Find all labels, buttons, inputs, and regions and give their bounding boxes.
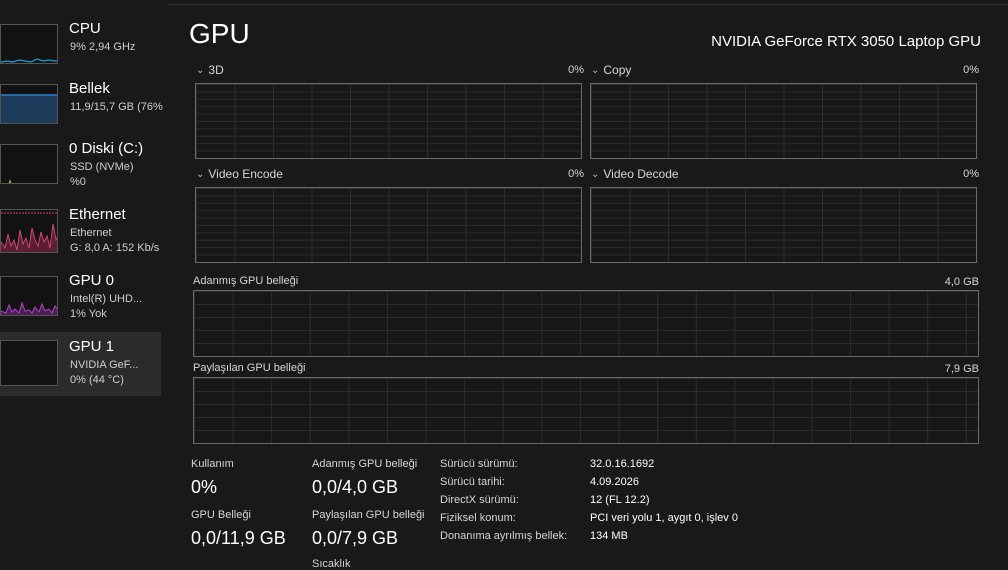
disk-thumbnail-graph xyxy=(0,144,58,184)
sidebar-item-title: GPU 1 xyxy=(69,338,115,355)
gpu-memory-value: 0,0/11,9 GB xyxy=(191,528,286,548)
physical-location-label: Fiziksel konum: xyxy=(440,512,516,524)
chevron-down-icon: ⌄ xyxy=(591,169,600,180)
sidebar-item-sub: %0 xyxy=(70,176,86,188)
cpu-thumbnail-graph xyxy=(0,24,58,64)
hardware-reserved-memory-value: 134 MB xyxy=(590,530,628,542)
dedicated-memory-value: 0,0/4,0 GB xyxy=(312,477,399,497)
sidebar-item-sub: Intel(R) UHD... xyxy=(70,293,143,305)
temperature-label: Sıcaklık xyxy=(312,558,351,570)
graph-copy xyxy=(590,83,977,159)
shared-memory-value: 0,0/7,9 GB xyxy=(312,528,399,548)
graph-label: Video Decode xyxy=(603,167,679,181)
sidebar-item-title: GPU 0 xyxy=(69,272,115,289)
graph-shared-gpu-memory xyxy=(193,377,979,444)
sidebar-item-disk[interactable]: 0 Diski (C:) SSD (NVMe) %0 xyxy=(0,140,161,204)
sidebar-item-sub: NVIDIA GeF... xyxy=(70,359,139,371)
dedicated-memory-label: Adanmış GPU belleği xyxy=(312,458,418,470)
graph-label: Copy xyxy=(603,63,632,77)
sidebar-item-cpu[interactable]: CPU 9% 2,94 GHz xyxy=(0,20,161,84)
sidebar-item-gpu-0[interactable]: GPU 0 Intel(R) UHD... 1% Yok xyxy=(0,272,161,336)
sidebar-item-title: CPU xyxy=(69,20,101,37)
graph-selector-video-decode[interactable]: ⌄ Video Decode xyxy=(591,167,679,181)
sidebar-item-sub: 9% 2,94 GHz xyxy=(70,41,136,53)
usage-label: Kullanım xyxy=(191,458,234,470)
sidebar-item-title: 0 Diski (C:) xyxy=(69,140,144,157)
graph-dedicated-gpu-memory xyxy=(193,290,979,357)
sidebar-item-title: Bellek xyxy=(69,80,110,97)
memory-thumbnail-graph xyxy=(0,84,58,124)
graph-label: Video Encode xyxy=(208,167,283,181)
performance-sidebar: CPU 9% 2,94 GHz Bellek 11,9/15,7 GB (76%… xyxy=(0,10,163,566)
ethernet-thumbnail-graph xyxy=(0,209,58,253)
sidebar-item-sub: G: 8,0 A: 152 Kb/s xyxy=(70,242,160,254)
driver-version-value: 32.0.16.1692 xyxy=(590,458,655,470)
gpu1-thumbnail-graph xyxy=(0,340,58,386)
graph-label: Paylaşılan GPU belleği xyxy=(193,362,306,374)
top-divider xyxy=(168,4,1008,5)
sidebar-item-ethernet[interactable]: Ethernet Ethernet G: 8,0 A: 152 Kb/s xyxy=(0,206,161,270)
graph-video-encode xyxy=(195,187,582,263)
sidebar-item-gpu-1[interactable]: GPU 1 NVIDIA GeF... 0% (44 °C) xyxy=(0,332,161,396)
chevron-down-icon: ⌄ xyxy=(591,65,600,76)
sidebar-item-title: Ethernet xyxy=(69,206,126,223)
graph-value: 0% xyxy=(568,168,584,180)
gpu0-thumbnail-graph xyxy=(0,276,58,316)
physical-location-value: PCI veri yolu 1, aygıt 0, işlev 0 xyxy=(590,512,738,524)
graph-selector-copy[interactable]: ⌄ Copy xyxy=(591,63,631,77)
graph-value: 0% xyxy=(963,168,979,180)
shared-memory-label: Paylaşılan GPU belleği xyxy=(312,509,425,521)
sidebar-item-sub: 11,9/15,7 GB (76% xyxy=(70,101,163,113)
driver-date-value: 4.09.2026 xyxy=(590,476,639,488)
driver-version-label: Sürücü sürümü: xyxy=(440,458,518,470)
graph-selector-3d[interactable]: ⌄ 3D xyxy=(196,63,224,77)
gpu-memory-label: GPU Belleği xyxy=(191,509,251,521)
graph-3d xyxy=(195,83,582,159)
chevron-down-icon: ⌄ xyxy=(196,65,205,76)
sidebar-item-memory[interactable]: Bellek 11,9/15,7 GB (76% xyxy=(0,80,163,144)
graph-value: 0% xyxy=(963,64,979,76)
graph-selector-video-encode[interactable]: ⌄ Video Encode xyxy=(196,167,283,181)
graph-value: 0% xyxy=(568,64,584,76)
chevron-down-icon: ⌄ xyxy=(196,169,205,180)
sidebar-item-sub: 1% Yok xyxy=(70,308,107,320)
memory-area-graph xyxy=(1,94,57,123)
sidebar-item-sub: 0% (44 °C) xyxy=(70,374,124,386)
driver-date-label: Sürücü tarihi: xyxy=(440,476,505,488)
directx-version-value: 12 (FL 12.2) xyxy=(590,494,650,506)
page-title: GPU xyxy=(189,18,250,49)
disk-sparkline xyxy=(8,179,12,183)
graph-video-decode xyxy=(590,187,977,263)
hardware-reserved-memory-label: Donanıma ayrılmış bellek: xyxy=(440,530,568,542)
gpu-model-name: NVIDIA GeForce RTX 3050 Laptop GPU xyxy=(711,33,981,50)
cpu-sparkline xyxy=(1,58,57,63)
graph-value: 4,0 GB xyxy=(944,276,979,288)
graph-label: Adanmış GPU belleği xyxy=(193,275,299,287)
graph-label: 3D xyxy=(208,63,224,77)
ethernet-sparkline xyxy=(1,212,57,252)
usage-value: 0% xyxy=(191,477,218,497)
graph-value: 7,9 GB xyxy=(944,363,979,375)
sidebar-item-sub: Ethernet xyxy=(70,227,112,239)
directx-version-label: DirectX sürümü: xyxy=(440,494,519,506)
sidebar-item-sub: SSD (NVMe) xyxy=(70,161,134,173)
gpu0-sparkline xyxy=(1,301,57,315)
